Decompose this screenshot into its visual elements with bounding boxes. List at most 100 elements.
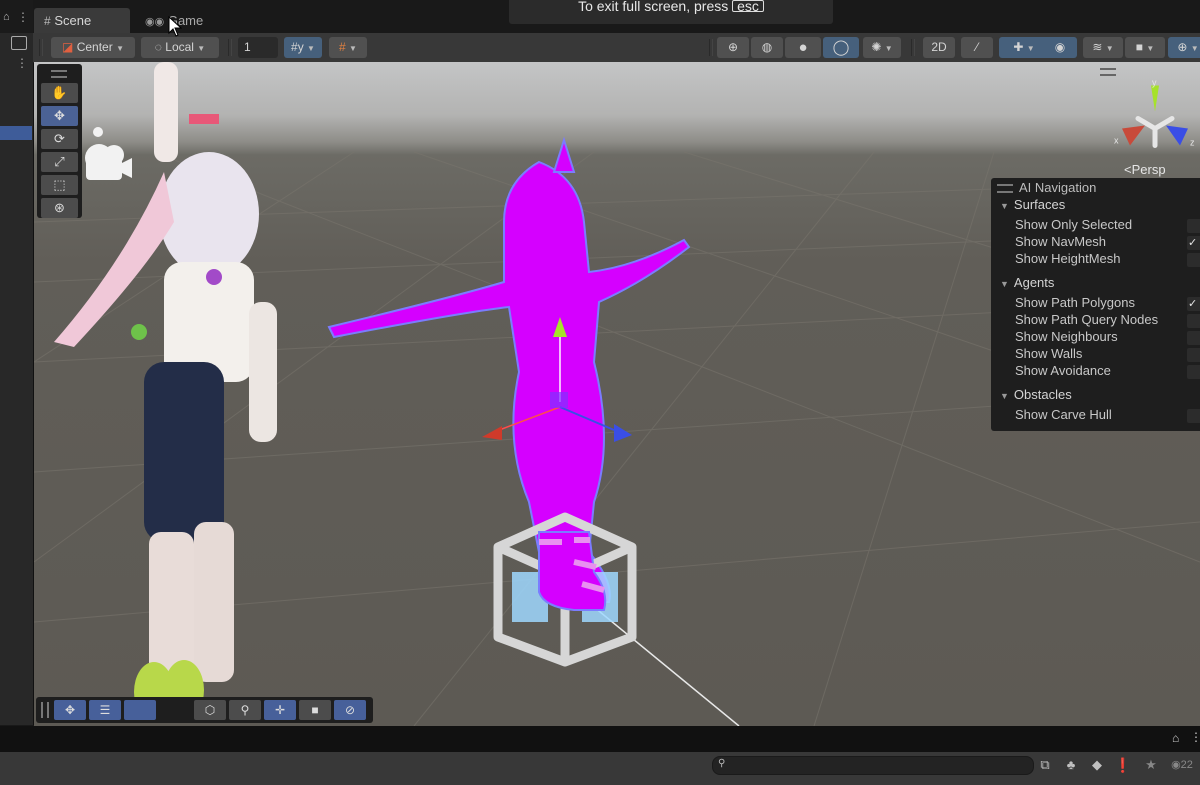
camera-settings-dropdown[interactable]: ■ ▼: [1125, 37, 1165, 58]
chevron-down-icon: ▼: [116, 44, 124, 53]
section-obstacles[interactable]: ▼ Obstacles: [1000, 387, 1072, 402]
grid-y-icon: #y: [291, 40, 304, 54]
section-agents[interactable]: ▼ Agents: [1000, 275, 1054, 290]
layout-button[interactable]: ☰: [89, 700, 121, 720]
lighting-toggle-button[interactable]: ⁄: [961, 37, 993, 58]
shaded-button[interactable]: ●: [785, 37, 821, 58]
cross-arrows-icon: ✛: [274, 703, 286, 717]
move-arrows-icon: ✥: [54, 108, 65, 123]
navigation-overlay-toolbar: ✥ ☰ ⬡ ⚲ ✛ ■ ⊘: [36, 697, 373, 723]
show-heightmesh-checkbox[interactable]: [1187, 253, 1200, 267]
camera-icon: ■: [1135, 40, 1143, 54]
show-only-selected-checkbox[interactable]: [1187, 219, 1200, 233]
more-options-icon[interactable]: ⋮: [17, 10, 29, 24]
ai-navigation-title: AI Navigation: [1019, 180, 1097, 195]
rotate-tool-button[interactable]: ⟳: [41, 129, 78, 149]
compass-button[interactable]: ⊘: [334, 700, 366, 720]
lock-icon[interactable]: ⌂: [1172, 731, 1179, 745]
show-avoidance-checkbox[interactable]: [1187, 365, 1200, 379]
2d-toggle-button[interactable]: 2D: [923, 37, 955, 58]
snap-increment-field[interactable]: 1: [238, 37, 278, 58]
option-label: Show Path Query Nodes: [1015, 312, 1159, 327]
toolbar-separator: [228, 39, 232, 56]
view-tool-button[interactable]: ✋: [41, 83, 78, 103]
move-arrows-icon: ✥: [64, 703, 76, 717]
nav-surface-icon: ⬡: [204, 703, 216, 717]
show-path-query-nodes-checkbox[interactable]: [1187, 314, 1200, 328]
local-rotation-icon: ◌: [154, 40, 162, 54]
chevron-down-icon: ▼: [349, 44, 357, 53]
grid-icon: #: [44, 14, 51, 28]
gizmos-dropdown[interactable]: ⊕ ▼: [1168, 37, 1200, 58]
effects-dropdown[interactable]: ✚ ▼: [999, 37, 1049, 58]
overlay-grip[interactable]: [997, 184, 1013, 193]
section-label: Agents: [1013, 275, 1055, 290]
transform-tool-button[interactable]: ⊛: [41, 198, 78, 218]
z-axis-cone[interactable]: [1166, 125, 1188, 146]
lock-icon[interactable]: ⌂: [3, 11, 10, 23]
pivot-mode-dropdown[interactable]: ◪ Center ▼: [51, 37, 135, 58]
panel-menu-icon[interactable]: ⋮: [16, 56, 28, 70]
filter-by-label-icon[interactable]: ◆: [1084, 754, 1110, 776]
grid-snap-icon: #: [339, 40, 346, 54]
overlay-grip[interactable]: [51, 70, 67, 78]
grid-snapping-dropdown[interactable]: # ▼: [329, 37, 367, 58]
open-in-window-icon[interactable]: ⧉: [1032, 754, 1058, 776]
search-view-button[interactable]: ⚲: [229, 700, 261, 720]
foldout-triangle-icon: ▼: [1000, 201, 1009, 211]
scale-tool-button[interactable]: ⤢: [41, 152, 78, 172]
rect-icon: ⬚: [53, 177, 66, 192]
hierarchy-selected-row[interactable]: [0, 126, 32, 140]
console-warnings-icon[interactable]: ❗: [1110, 754, 1136, 776]
option-label: Show Carve Hull: [1015, 407, 1112, 422]
y-axis-label: y: [1152, 78, 1157, 88]
debug-draw-mode-dropdown[interactable]: ✺ ▼: [863, 37, 901, 58]
hidden-packages-toggle[interactable]: ◉22: [1164, 754, 1200, 776]
eye-icon: ◉: [1054, 40, 1066, 54]
filter-by-type-icon[interactable]: ♣: [1058, 754, 1084, 776]
show-carve-hull-checkbox[interactable]: [1187, 409, 1200, 423]
scale-icon: ⤢: [54, 154, 65, 169]
move-tool-button[interactable]: ✥: [41, 106, 78, 126]
project-search-input[interactable]: ⚲: [712, 756, 1034, 775]
shaded-wireframe-button[interactable]: ◍: [751, 37, 783, 58]
pan-button[interactable]: ✛: [264, 700, 296, 720]
nav-surface-button[interactable]: ⬡: [194, 700, 226, 720]
show-walls-checkbox[interactable]: [1187, 348, 1200, 362]
more-options-icon[interactable]: ⋮: [1190, 730, 1200, 744]
toolbar-grip[interactable]: [39, 39, 43, 56]
show-navmesh-checkbox[interactable]: ✓: [1187, 236, 1200, 250]
grid-visibility-dropdown[interactable]: #y ▼: [284, 37, 322, 58]
hidden-tool-button[interactable]: [124, 700, 156, 720]
section-label: Surfaces: [1013, 197, 1066, 212]
x-axis-cone[interactable]: [1122, 125, 1145, 146]
y-axis-cone[interactable]: [1151, 85, 1159, 112]
wireframe-shading-button[interactable]: ⊕: [717, 37, 749, 58]
rect-tool-button[interactable]: ⬚: [41, 175, 78, 195]
scene-visibility-button[interactable]: ◉: [1043, 37, 1077, 58]
layers-icon: ≋: [1092, 40, 1103, 54]
tab-scene-label: Scene: [54, 13, 92, 28]
favorites-star-icon[interactable]: ★: [1138, 754, 1164, 776]
chevron-down-icon: ▼: [1105, 44, 1114, 53]
visible-count: 22: [1180, 759, 1193, 771]
foldout-triangle-icon: ▼: [1000, 279, 1009, 289]
show-neighbours-checkbox[interactable]: [1187, 331, 1200, 345]
move-view-button[interactable]: ✥: [54, 700, 86, 720]
show-path-polygons-checkbox[interactable]: ✓: [1187, 297, 1200, 311]
layout-icon: ☰: [99, 703, 111, 717]
option-label: Show HeightMesh: [1015, 251, 1121, 266]
pivot-rotation-dropdown[interactable]: ◌ Local ▼: [141, 37, 219, 58]
gizmo-sphere-icon: ⊕: [1177, 40, 1188, 54]
pivot-center-icon: ◪: [62, 40, 74, 54]
tab-scene[interactable]: # Scene: [34, 8, 130, 33]
section-surfaces[interactable]: ▼ Surfaces: [1000, 197, 1065, 212]
z-axis-label: z: [1190, 138, 1195, 148]
unlit-shading-button[interactable]: ◯: [823, 37, 859, 58]
layers-dropdown[interactable]: ≋ ▼: [1083, 37, 1123, 58]
wireframe-sphere-icon: ⊕: [727, 40, 739, 54]
camera-view-button[interactable]: ■: [299, 700, 331, 720]
overlay-grip[interactable]: [41, 702, 49, 718]
projection-toggle[interactable]: <Persp: [1124, 162, 1166, 177]
maximize-icon[interactable]: [11, 36, 27, 50]
